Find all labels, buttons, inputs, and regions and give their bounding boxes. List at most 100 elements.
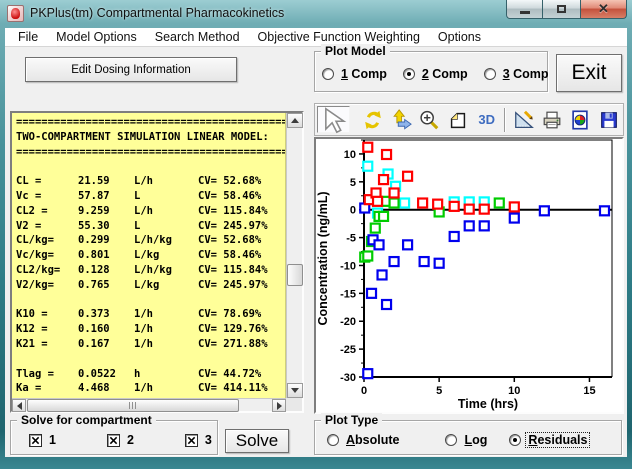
scrollbar-corner — [286, 398, 302, 411]
client-area: Edit Dosing Information Plot Model 1 Com… — [5, 44, 627, 457]
radio-3-comp[interactable]: 3 Comp — [483, 67, 551, 81]
axes-settings-button[interactable] — [509, 106, 537, 134]
save-button[interactable] — [595, 106, 623, 134]
solve-compartment-checkboxes: 1 2 3 — [29, 433, 214, 447]
svg-text:-10: -10 — [340, 260, 356, 272]
checkbox-icon — [184, 433, 198, 447]
perspective-icon — [450, 112, 465, 128]
horizontal-scroll-thumb[interactable] — [27, 399, 239, 412]
3d-tool-button[interactable]: 3D — [472, 106, 501, 134]
vertical-scroll-thumb[interactable] — [287, 264, 303, 286]
svg-text:-30: -30 — [340, 372, 356, 384]
option-label: 3 — [204, 433, 212, 447]
app-icon — [7, 5, 24, 22]
plot-model-group: Plot Model 1 Comp 2 Comp 3 Comp — [314, 44, 551, 92]
scroll-down-button[interactable] — [287, 383, 303, 398]
option-label: Log — [464, 433, 488, 447]
pointer-tool-button[interactable] — [317, 106, 351, 134]
checkbox-2[interactable]: 2 — [106, 433, 136, 447]
arrow-up-icon — [291, 118, 299, 123]
perspective-tool-button[interactable] — [444, 106, 472, 134]
printer-icon — [543, 111, 561, 128]
title-bar[interactable]: PKPlus(tm) Compartmental Pharmacokinetic… — [0, 0, 632, 28]
residuals-chart: 10 5 0 -5 -10 -15 -20 -25 -30 0 5 10 15 Time (hrs) Con… — [316, 139, 613, 411]
option-label: Residuals — [525, 432, 591, 448]
menu-item-model-options[interactable]: Model Options — [47, 29, 146, 45]
minimize-button[interactable] — [506, 0, 543, 19]
svg-text:10: 10 — [344, 149, 356, 161]
radio-icon — [402, 68, 415, 80]
radio-icon — [483, 68, 496, 80]
results-line: V2 = 55.30 L CV= 245.97% — [16, 219, 268, 232]
svg-text:0: 0 — [350, 205, 356, 217]
checkbox-icon — [29, 433, 42, 447]
rotate-tool-button[interactable] — [358, 106, 386, 134]
results-line: V2/kg= 0.765 L/kg CV= 245.97% — [16, 278, 268, 291]
svg-text:-20: -20 — [340, 316, 356, 328]
close-icon: ✕ — [598, 1, 609, 16]
radio-residuals[interactable]: Residuals — [509, 432, 591, 448]
radio-2-comp[interactable]: 2 Comp — [402, 67, 470, 81]
svg-text:Concentration (ng/mL): Concentration (ng/mL) — [316, 191, 330, 325]
menu-item-options[interactable]: Options — [429, 29, 490, 45]
pointer-icon — [325, 107, 347, 134]
results-line: CL2/kg= 0.128 L/h/kg CV= 115.84% — [16, 263, 268, 276]
results-line — [16, 352, 285, 367]
svg-text:-5: -5 — [346, 233, 356, 245]
radio-1-comp[interactable]: 1 Comp — [322, 67, 389, 81]
radio-log[interactable]: Log — [445, 433, 489, 447]
save-icon — [600, 111, 617, 128]
app-window: PKPlus(tm) Compartmental Pharmacokinetic… — [0, 0, 632, 469]
maximize-button[interactable] — [543, 0, 581, 19]
results-line: Vc/kg= 0.801 L/kg CV= 58.46% — [16, 249, 262, 262]
scroll-left-button[interactable] — [12, 399, 26, 412]
plot-type-label: Plot Type — [321, 413, 383, 427]
option-label: 2 — [126, 433, 134, 447]
edit-dosing-button[interactable]: Edit Dosing Information — [25, 57, 237, 82]
arrow-down-icon — [291, 388, 299, 393]
radio-absolute[interactable]: Absolute — [327, 433, 401, 447]
zoom-in-tool-button[interactable] — [415, 106, 443, 134]
menu-item-file[interactable]: File — [9, 29, 47, 45]
solve-button[interactable]: Solve — [225, 429, 289, 453]
results-text: ========================================… — [12, 113, 285, 398]
results-line: K21 = 0.167 1/h CV= 271.88% — [16, 337, 268, 350]
svg-text:5: 5 — [436, 385, 442, 397]
plot-panel[interactable]: 10 5 0 -5 -10 -15 -20 -25 -30 0 5 10 15 Time (hrs) Con… — [314, 137, 624, 414]
scroll-right-button[interactable] — [272, 399, 286, 412]
checkbox-icon — [106, 433, 120, 447]
checkbox-1[interactable]: 1 — [29, 433, 58, 447]
results-line — [16, 159, 285, 174]
option-label: 2 Comp — [421, 67, 468, 81]
checkbox-3[interactable]: 3 — [184, 433, 214, 447]
color-options-button[interactable] — [566, 106, 594, 134]
svg-text:-15: -15 — [340, 288, 356, 300]
move-tool-button[interactable] — [387, 106, 415, 134]
close-button[interactable]: ✕ — [581, 0, 627, 19]
svg-text:-25: -25 — [340, 344, 356, 356]
window-title: PKPlus(tm) Compartmental Pharmacokinetic… — [30, 6, 285, 20]
arrow-left-icon — [16, 401, 22, 410]
solve-group-label: Solve for compartment — [17, 413, 156, 427]
option-label: 3 Comp — [502, 67, 549, 81]
horizontal-scrollbar[interactable] — [12, 398, 286, 412]
option-label: Absolute — [346, 433, 400, 447]
scroll-up-button[interactable] — [287, 113, 303, 128]
plot-model-label: Plot Model — [321, 44, 390, 58]
results-textbox[interactable]: ========================================… — [12, 113, 286, 398]
toolbar-separator — [504, 107, 507, 132]
results-line: CL/kg= 0.299 L/h/kg CV= 52.68% — [16, 234, 262, 247]
print-button[interactable] — [538, 106, 566, 134]
svg-text:0: 0 — [361, 385, 367, 397]
results-line: Ka = 4.468 1/h CV= 414.11% — [16, 382, 268, 395]
menu-item-search-method[interactable]: Search Method — [146, 29, 249, 45]
axes-settings-icon — [514, 110, 534, 128]
menu-item-objective-function-weighting[interactable]: Objective Function Weighting — [249, 29, 429, 45]
menu-bar: File Model Options Search Method Objective … — [5, 28, 627, 47]
thumb-grip — [129, 402, 137, 409]
svg-text:Time (hrs): Time (hrs) — [458, 397, 518, 411]
radio-icon — [509, 434, 522, 446]
exit-button[interactable]: Exit — [556, 54, 622, 92]
vertical-scrollbar[interactable] — [286, 113, 303, 398]
results-line: Vc = 57.87 L CV= 58.46% — [16, 189, 262, 202]
